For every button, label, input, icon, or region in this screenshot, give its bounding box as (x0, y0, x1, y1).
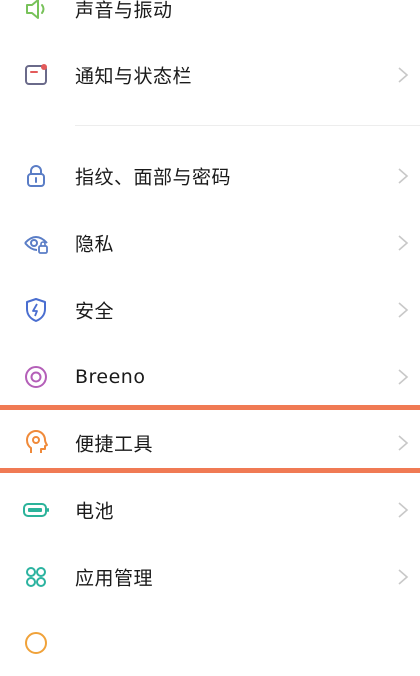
settings-item-label: 隐私 (75, 233, 115, 256)
settings-item-label: Breeno (75, 366, 146, 388)
chevron-right-icon (398, 168, 409, 184)
settings-item-partial[interactable] (0, 610, 420, 676)
settings-item-label: 应用管理 (75, 567, 154, 590)
chevron-right-icon (398, 569, 409, 585)
settings-item-notifications[interactable]: 通知与状态栏 (0, 42, 420, 108)
convenience-tools-icon (22, 429, 50, 457)
settings-item-label: 安全 (75, 300, 115, 323)
apps-grid-icon (22, 563, 50, 591)
settings-item-label: 通知与状态栏 (75, 65, 193, 88)
settings-item-privacy[interactable]: 隐私 (0, 210, 420, 276)
chevron-right-icon (398, 435, 409, 451)
section-divider (75, 125, 420, 126)
settings-item-sound[interactable]: 声音与振动 (0, 0, 420, 42)
lock-icon (22, 162, 50, 190)
chevron-right-icon (398, 502, 409, 518)
settings-item-app-management[interactable]: 应用管理 (0, 544, 420, 610)
settings-item-label: 指纹、面部与密码 (75, 166, 232, 189)
settings-item-label: 电池 (75, 500, 115, 523)
notification-icon (22, 61, 50, 89)
chevron-right-icon (398, 369, 409, 385)
speaker-icon (22, 0, 50, 23)
partial-item-icon (22, 629, 50, 657)
settings-item-battery[interactable]: 电池 (0, 477, 420, 543)
chevron-right-icon (398, 235, 409, 251)
shield-icon (22, 296, 50, 324)
battery-icon (22, 496, 50, 524)
settings-item-label: 便捷工具 (75, 433, 154, 456)
chevron-right-icon (398, 302, 409, 318)
privacy-eye-icon (22, 229, 50, 257)
settings-item-convenience-tools[interactable]: 便捷工具 (0, 410, 420, 476)
breeno-icon (22, 363, 50, 391)
settings-item-security[interactable]: 安全 (0, 277, 420, 343)
settings-item-label: 声音与振动 (75, 0, 173, 22)
settings-item-fingerprint-face-password[interactable]: 指纹、面部与密码 (0, 143, 420, 209)
chevron-right-icon (398, 67, 409, 83)
settings-item-breeno[interactable]: Breeno (0, 344, 420, 410)
